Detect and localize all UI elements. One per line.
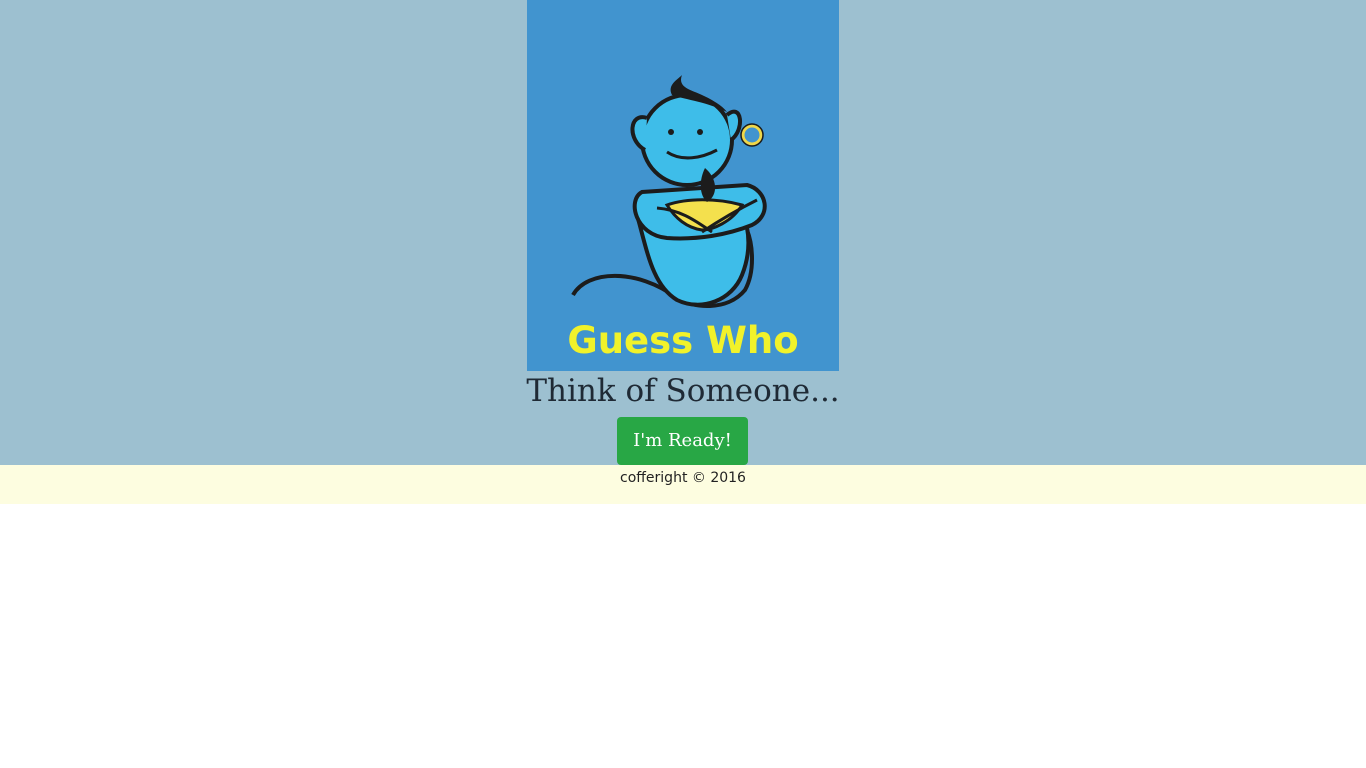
logo-title: Guess Who	[567, 319, 799, 362]
logo-panel: Guess Who	[527, 0, 839, 371]
ready-button[interactable]: I'm Ready!	[617, 417, 748, 465]
copyright-text: cofferight © 2016	[620, 470, 746, 486]
hero-section: Guess Who Think of Someone... I'm Ready!	[0, 0, 1366, 465]
footer: cofferight © 2016	[0, 465, 1366, 504]
tagline: Think of Someone...	[526, 373, 840, 409]
